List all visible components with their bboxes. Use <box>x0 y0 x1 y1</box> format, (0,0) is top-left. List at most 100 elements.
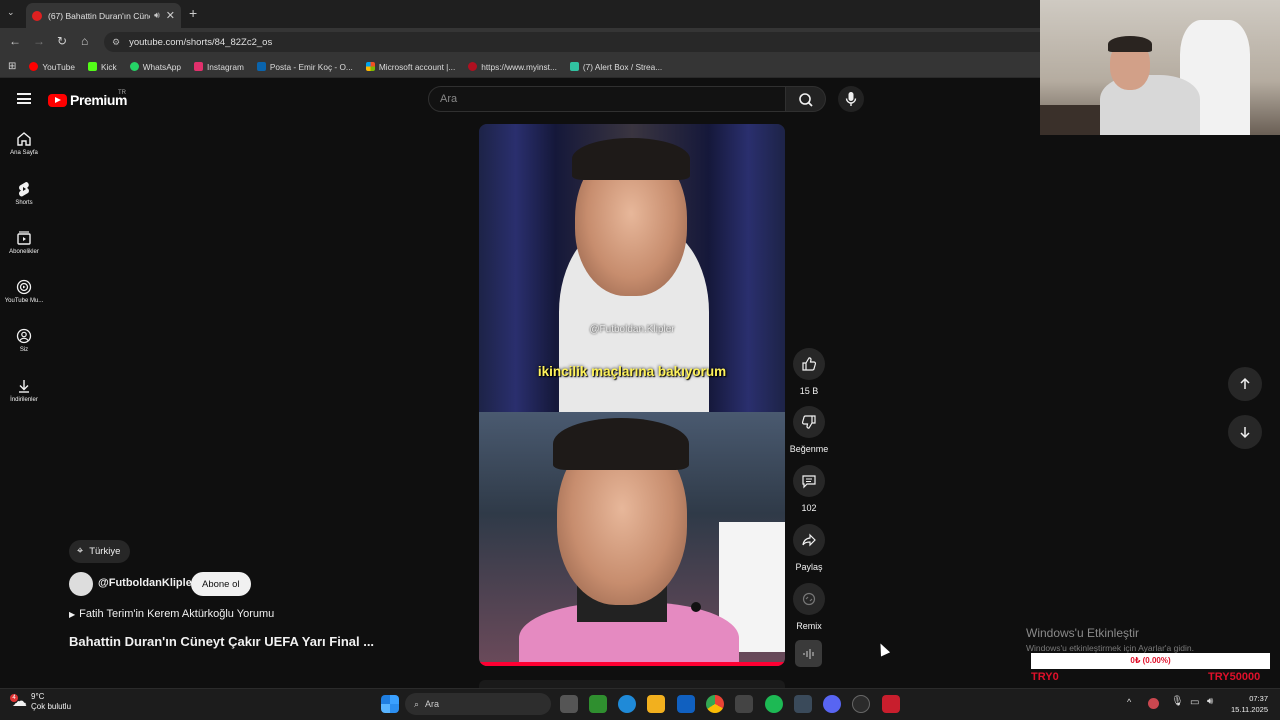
search-button[interactable] <box>786 86 826 112</box>
previous-short-button[interactable] <box>1228 367 1262 401</box>
outlook-icon[interactable] <box>677 695 695 713</box>
chrome-icon[interactable] <box>706 695 724 713</box>
remix-button[interactable]: Remix <box>788 583 830 631</box>
app-icon[interactable] <box>882 695 900 713</box>
youtube-music-icon <box>16 279 32 295</box>
menu-icon[interactable] <box>17 93 31 104</box>
next-short-button[interactable] <box>1228 415 1262 449</box>
browser-tab[interactable]: (67) Bahattin Duran'ın Cüneyt Çakır UEFA… <box>26 3 181 28</box>
voice-search-button[interactable] <box>838 86 864 112</box>
reload-icon[interactable]: ↻ <box>57 34 67 48</box>
sidebar-item-you[interactable]: Siz <box>0 328 48 353</box>
play-triangle-icon: ▶ <box>69 610 76 619</box>
bookmark-icon <box>193 62 203 71</box>
bookmark-item[interactable]: WhatsApp <box>129 62 181 72</box>
mic-tray-icon[interactable]: 🎙︎ <box>1171 696 1184 707</box>
weather-widget[interactable]: ☁ 4 9°C Çok bulutlu <box>10 692 72 712</box>
bookmark-icon <box>129 62 139 71</box>
obs-icon[interactable] <box>852 695 870 713</box>
start-button[interactable] <box>381 695 399 713</box>
new-tab-button[interactable]: + <box>189 5 197 21</box>
youtube-favicon-icon <box>32 10 42 21</box>
site-info-icon[interactable]: ⚙ <box>112 37 120 48</box>
dislike-label: Beğenme <box>789 444 829 454</box>
sound-button[interactable] <box>795 640 822 667</box>
bookmark-item[interactable]: Kick <box>88 62 117 72</box>
audio-icon[interactable]: 🔊︎ <box>154 10 160 21</box>
address-bar[interactable]: ⚙ youtube.com/shorts/84_82Zc2_os <box>104 32 1040 52</box>
sidebar-item-youtube-music[interactable]: YouTube Mu... <box>0 279 48 304</box>
search-input[interactable]: Ara <box>428 86 786 112</box>
apps-icon[interactable]: ⊞ <box>8 61 16 72</box>
sidebar-item-home[interactable]: Ana Sayfa <box>0 131 48 156</box>
search-icon: ⌕ <box>414 698 420 709</box>
share-button[interactable]: Paylaş <box>788 524 830 572</box>
weather-badge: 4 <box>10 694 18 702</box>
location-label: Türkiye <box>89 546 121 557</box>
comments-button[interactable]: 102 <box>788 465 830 513</box>
bookmark-item[interactable]: Posta - Emir Koç - O... <box>256 62 353 72</box>
system-clock[interactable]: 07:37 15.11.2025 <box>1224 693 1268 715</box>
webcam-overlay <box>1040 0 1280 135</box>
short-video-player[interactable]: @Futboldan.Klipler ikincilik maçlarına b… <box>479 124 785 666</box>
show-hidden-icons[interactable]: ^ <box>1127 697 1131 707</box>
tray-app-icon[interactable] <box>1148 698 1159 709</box>
subscribe-button[interactable]: Abone ol <box>191 572 251 596</box>
task-view-icon[interactable] <box>560 695 578 713</box>
youtube-logo-icon <box>48 93 67 107</box>
home-button-icon[interactable]: ⌂ <box>81 34 88 48</box>
close-tab-icon[interactable]: ✕ <box>166 9 175 22</box>
bookmark-icon <box>256 62 266 71</box>
windows-activation-subtitle: Windows'u etkinleştirmek için Ayarlar'a … <box>1026 643 1194 653</box>
video-progress-bar[interactable] <box>479 662 785 666</box>
bookmark-item[interactable]: Instagram <box>193 62 244 72</box>
country-code: TR <box>118 90 126 96</box>
volume-icon[interactable]: 🔊︎ <box>1207 696 1213 707</box>
bookmark-item[interactable]: YouTube <box>29 62 75 72</box>
discord-icon[interactable] <box>823 695 841 713</box>
sidebar-label: Siz <box>19 347 29 353</box>
sidebar-item-subscriptions[interactable]: Abonelikler <box>0 230 48 255</box>
comment-icon <box>802 475 816 489</box>
sidebar-label: Abonelikler <box>9 249 39 255</box>
channel-name[interactable]: @FutboldanKlipler <box>98 577 196 589</box>
video-title[interactable]: Bahattin Duran'ın Cüneyt Çakır UEFA Yarı… <box>69 634 374 649</box>
forward-icon[interactable]: → <box>33 34 45 48</box>
xbox-icon[interactable] <box>589 695 607 713</box>
like-count: 15 B <box>799 386 819 396</box>
location-chip[interactable]: ⌖ Türkiye <box>69 540 131 563</box>
spotify-icon[interactable] <box>765 695 783 713</box>
store-icon[interactable] <box>735 695 753 713</box>
sidebar-item-downloads[interactable]: İndirilenler <box>0 378 48 403</box>
windows-taskbar <box>0 688 1280 720</box>
channel-avatar[interactable] <box>69 572 93 596</box>
bookmark-item[interactable]: (7) Alert Box / Strea... <box>569 62 662 72</box>
taskbar-search[interactable]: ⌕ Ara <box>405 693 551 715</box>
file-explorer-icon[interactable] <box>647 695 665 713</box>
goal-max-label: TRY50000 <box>1208 671 1261 683</box>
network-icon[interactable]: ▭ <box>1190 697 1199 708</box>
microphone-icon <box>845 92 857 106</box>
playlist-link[interactable]: ▶ Fatih Terim'in Kerem Aktürkoğlu Yorumu <box>69 608 274 620</box>
sidebar-label: Shorts <box>15 200 33 206</box>
dislike-button[interactable]: Beğenme <box>788 406 830 454</box>
back-icon[interactable]: ← <box>9 34 21 48</box>
video-frame-top: @Futboldan.Klipler ikincilik maçlarına b… <box>479 124 785 444</box>
bookmark-item[interactable]: Microsoft account |... <box>365 62 455 72</box>
like-button[interactable]: 15 B <box>788 348 830 396</box>
weather-description: Çok bulutlu <box>31 702 72 711</box>
bookmark-item[interactable]: https://www.myinst... <box>468 62 557 72</box>
search-icon <box>799 93 813 107</box>
youtube-premium-logo[interactable]: Premium TR <box>48 90 128 108</box>
edge-icon[interactable] <box>618 695 636 713</box>
settings-app-icon[interactable] <box>794 695 812 713</box>
tab-search-icon[interactable]: ⌄ <box>7 7 15 18</box>
share-icon <box>802 533 816 547</box>
bookmark-icon <box>365 62 375 71</box>
sidebar-item-shorts[interactable]: Shorts <box>0 181 48 206</box>
bookmarks-bar: ⊞ YouTube Kick WhatsApp Instagram Posta … <box>0 56 1040 78</box>
windows-activation-title: Windows'u Etkinleştir <box>1026 626 1139 640</box>
thumbs-down-icon <box>801 415 816 429</box>
sidebar-label: İndirilenler <box>10 397 38 403</box>
you-icon <box>16 328 32 344</box>
